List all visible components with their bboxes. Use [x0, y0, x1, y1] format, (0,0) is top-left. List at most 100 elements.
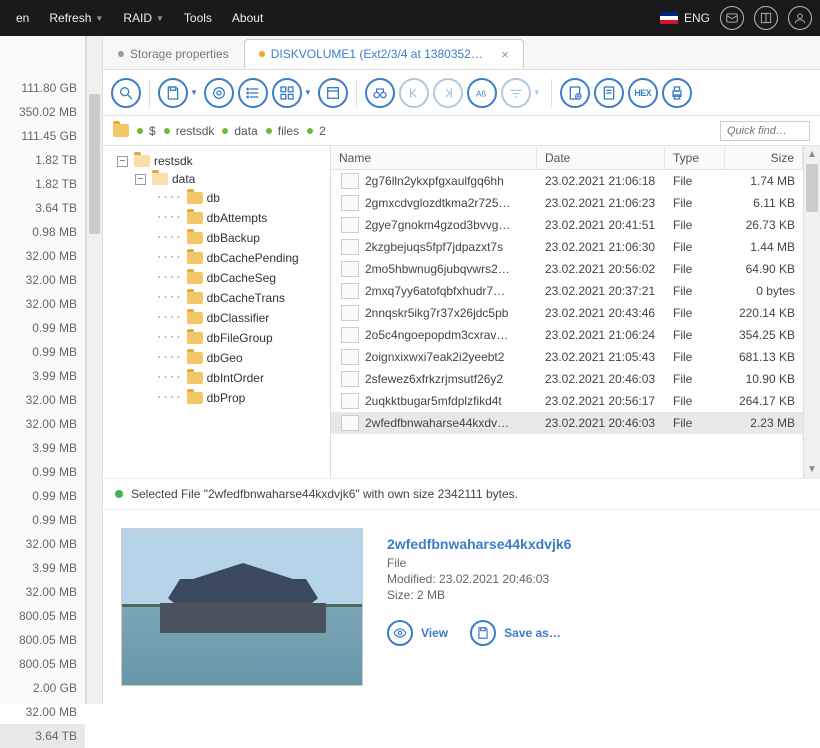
storage-size-item[interactable]: 1.82 TB [0, 148, 85, 172]
tree-node[interactable]: ····dbFileGroup [107, 328, 326, 348]
storage-size-item[interactable]: 350.02 MB [0, 100, 85, 124]
crumb-restsdk[interactable]: restsdk [164, 124, 215, 138]
storage-size-item[interactable]: 0.99 MB [0, 484, 85, 508]
binoculars-button[interactable] [365, 78, 395, 108]
storage-size-item[interactable]: 32.00 MB [0, 412, 85, 436]
preview-size: Size: 2 MB [387, 588, 571, 602]
storage-size-item[interactable]: 3.99 MB [0, 364, 85, 388]
storage-size-item[interactable]: 800.05 MB [0, 628, 85, 652]
storage-size-item[interactable]: 1.82 TB [0, 172, 85, 196]
grid-button[interactable] [272, 78, 302, 108]
folder-tree: −restsdk −data ····db····dbAttempts····d… [103, 146, 331, 478]
storage-size-item[interactable]: 0.99 MB [0, 340, 85, 364]
col-type[interactable]: Type [665, 147, 725, 169]
list-button[interactable] [238, 78, 268, 108]
storage-size-item[interactable]: 32.00 MB [0, 532, 85, 556]
save-as-button[interactable]: Save as… [470, 620, 561, 646]
tab-diskvolume[interactable]: DISKVOLUME1 (Ext2/3/4 at 13803520 on WD_… [244, 39, 524, 69]
tree-node[interactable]: ····dbBackup [107, 228, 326, 248]
target-button[interactable] [204, 78, 234, 108]
panel-button[interactable] [754, 6, 778, 30]
file-scrollbar[interactable]: ▲ ▼ [803, 146, 820, 478]
file-row[interactable]: 2gmxcdvglozdtkma2r725…23.02.2021 21:06:2… [331, 192, 803, 214]
export-button[interactable] [560, 78, 590, 108]
storage-scrollbar[interactable] [86, 36, 103, 704]
storage-size-item[interactable]: 3.99 MB [0, 556, 85, 580]
filter-button[interactable] [501, 78, 531, 108]
menu-tools[interactable]: Tools [176, 7, 220, 29]
crumb-root[interactable]: $ [137, 124, 156, 138]
col-name[interactable]: Name [331, 147, 537, 169]
col-size[interactable]: Size [725, 147, 803, 169]
storage-size-item[interactable]: 800.05 MB [0, 652, 85, 676]
file-row[interactable]: 2gye7gnokm4gzod3bvvg…23.02.2021 20:41:51… [331, 214, 803, 236]
storage-size-item[interactable]: 111.80 GB [0, 76, 85, 100]
hex-button[interactable]: HEX [628, 78, 658, 108]
storage-size-item[interactable]: 0.98 MB [0, 220, 85, 244]
tree-node[interactable]: ····dbClassifier [107, 308, 326, 328]
window-button[interactable] [318, 78, 348, 108]
storage-size-item[interactable]: 800.05 MB [0, 604, 85, 628]
tab-storage-properties[interactable]: Storage properties [103, 39, 244, 69]
storage-size-item[interactable]: 0.99 MB [0, 460, 85, 484]
storage-size-list: 111.80 GB350.02 MB111.45 GB1.82 TB1.82 T… [0, 36, 86, 704]
storage-size-item[interactable]: 32.00 MB [0, 292, 85, 316]
prev-button[interactable] [399, 78, 429, 108]
tree-node[interactable]: ····dbCacheTrans [107, 288, 326, 308]
file-row[interactable]: 2uqkktbugar5mfdplzfikd4t23.02.2021 20:56… [331, 390, 803, 412]
storage-size-item[interactable]: 0.99 MB [0, 508, 85, 532]
menu-raid[interactable]: RAID▼ [115, 7, 172, 29]
view-button[interactable]: View [387, 620, 448, 646]
search-button[interactable] [111, 78, 141, 108]
tree-node-restsdk[interactable]: −restsdk [107, 152, 326, 170]
storage-size-item[interactable]: 0.99 MB [0, 316, 85, 340]
file-row[interactable]: 2oignxixwxi7eak2i2yeebt223.02.2021 21:05… [331, 346, 803, 368]
user-button[interactable] [788, 6, 812, 30]
menu-refresh[interactable]: Refresh▼ [41, 7, 111, 29]
file-row[interactable]: 2o5c4ngoepopdm3cxrav…23.02.2021 21:06:24… [331, 324, 803, 346]
storage-size-item[interactable]: 32.00 MB [0, 244, 85, 268]
file-row[interactable]: 2nnqskr5ikg7r37x26jdc5pb23.02.2021 20:43… [331, 302, 803, 324]
storage-size-item[interactable]: 111.45 GB [0, 124, 85, 148]
breadcrumb: $ restsdk data files 2 [103, 116, 820, 146]
quick-find-input[interactable] [720, 121, 810, 141]
tree-node[interactable]: ····db [107, 188, 326, 208]
menu-open[interactable]: en [8, 7, 37, 29]
file-list: Name Date Type Size 2g76lln2ykxpfgxaulfg… [331, 146, 803, 478]
menu-about[interactable]: About [224, 7, 271, 29]
crumb-2[interactable]: 2 [307, 124, 326, 138]
doc-button[interactable] [594, 78, 624, 108]
next-button[interactable] [433, 78, 463, 108]
notifications-button[interactable] [720, 6, 744, 30]
tree-node[interactable]: ····dbCacheSeg [107, 268, 326, 288]
tree-node[interactable]: ····dbIntOrder [107, 368, 326, 388]
storage-size-item[interactable]: 32.00 MB [0, 268, 85, 292]
crumb-data[interactable]: data [222, 124, 257, 138]
print-button[interactable] [662, 78, 692, 108]
file-row[interactable]: 2sfewez6xfrkzrjmsutf26y223.02.2021 20:46… [331, 368, 803, 390]
storage-size-item[interactable]: 32.00 MB [0, 388, 85, 412]
file-row[interactable]: 2g76lln2ykxpfgxaulfgq6hh23.02.2021 21:06… [331, 170, 803, 192]
storage-size-item[interactable]: 32.00 MB [0, 580, 85, 604]
tree-node[interactable]: ····dbProp [107, 388, 326, 408]
status-text: Selected File "2wfedfbnwaharse44kxdvjk6"… [131, 487, 518, 501]
crumb-files[interactable]: files [266, 124, 299, 138]
save-button[interactable] [158, 78, 188, 108]
storage-size-item[interactable]: 3.99 MB [0, 436, 85, 460]
close-icon[interactable]: × [501, 47, 509, 62]
col-date[interactable]: Date [537, 147, 665, 169]
storage-size-item[interactable]: 3.64 TB [0, 724, 85, 748]
tree-node-data[interactable]: −data [107, 170, 326, 188]
main-menu: en Refresh▼ RAID▼ Tools About [8, 7, 271, 29]
tree-node[interactable]: ····dbCachePending [107, 248, 326, 268]
file-row[interactable]: 2mxq7yy6atofqbfxhudr7…23.02.2021 20:37:2… [331, 280, 803, 302]
tree-node[interactable]: ····dbAttempts [107, 208, 326, 228]
file-row[interactable]: 2kzgbejuqs5fpf7jdpazxt7s23.02.2021 21:06… [331, 236, 803, 258]
storage-size-item[interactable]: 2.00 GB [0, 676, 85, 700]
file-row[interactable]: 2wfedfbnwaharse44kxdv…23.02.2021 20:46:0… [331, 412, 803, 434]
tree-node[interactable]: ····dbGeo [107, 348, 326, 368]
storage-size-item[interactable]: 3.64 TB [0, 196, 85, 220]
case-button[interactable]: Aß [467, 78, 497, 108]
file-row[interactable]: 2mo5hbwnug6jubqvwrs2…23.02.2021 20:56:02… [331, 258, 803, 280]
language-selector[interactable]: ENG [660, 11, 710, 25]
